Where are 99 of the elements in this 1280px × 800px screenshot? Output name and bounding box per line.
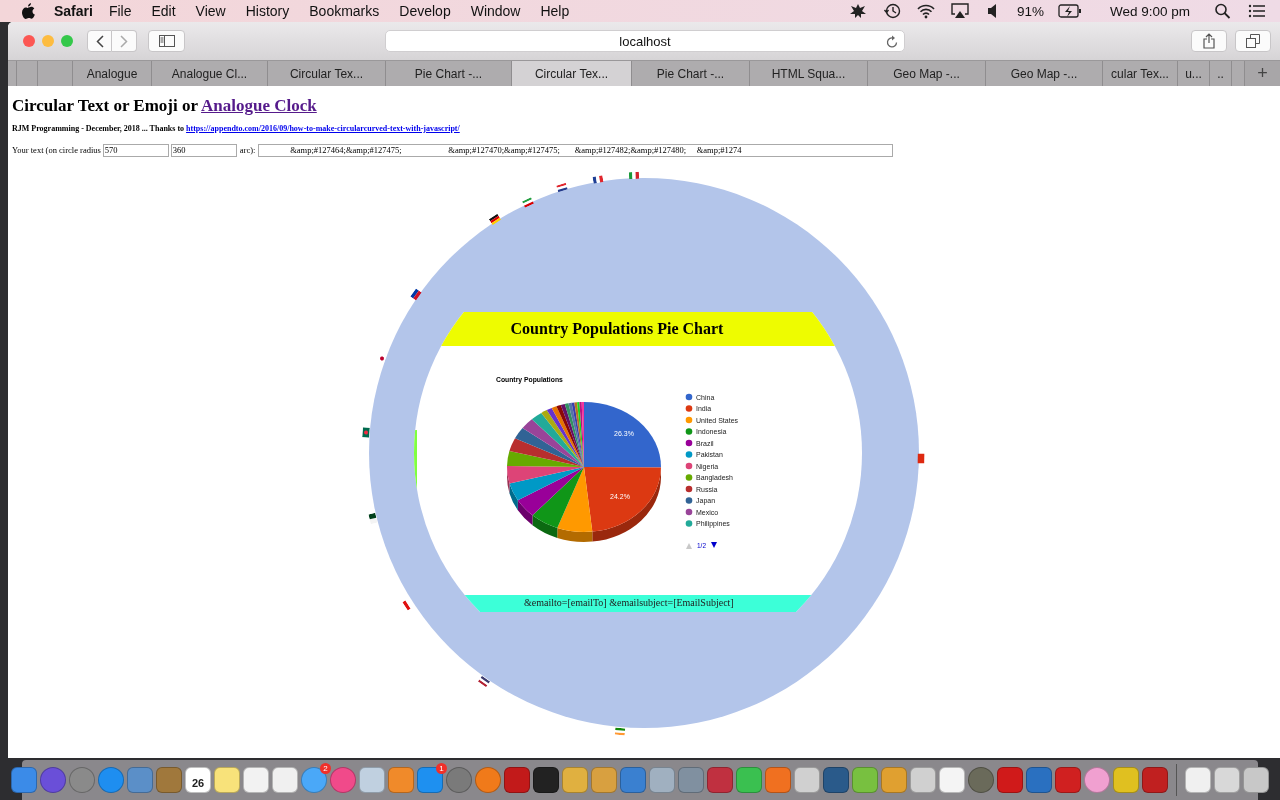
app-icon[interactable]: [11, 767, 37, 793]
flag-icon: [522, 196, 534, 208]
page-title: Circular Text or Emoji or Analogue Clock: [11, 95, 318, 116]
share-icon: [1203, 33, 1215, 49]
flag-icon: [556, 182, 568, 192]
menu-item[interactable]: File: [108, 3, 132, 19]
tab[interactable]: Pie Chart -...: [632, 61, 750, 86]
pinned-tab[interactable]: [38, 61, 73, 86]
tabs-icon: [1246, 34, 1260, 48]
up-arrow-icon[interactable]: [686, 543, 692, 549]
flag-icon: [362, 426, 370, 438]
calendar-day: 26: [191, 771, 205, 789]
close-button[interactable]: [23, 35, 35, 47]
down-arrow-icon[interactable]: [711, 542, 717, 548]
flag-icon: [628, 171, 640, 179]
flag-icon: [592, 174, 604, 184]
app-icon[interactable]: [910, 767, 936, 793]
new-tab-button[interactable]: +: [1245, 61, 1280, 86]
sidebar-button[interactable]: [148, 30, 185, 52]
flag-icon: [402, 597, 414, 611]
battery-percentage: 91%: [1016, 3, 1044, 19]
tab[interactable]: Analogue: [73, 61, 152, 86]
menu-item[interactable]: Help: [540, 3, 570, 19]
notification-badge: 2: [320, 763, 331, 774]
flag-icon: [614, 727, 626, 735]
tab[interactable]: ..: [1210, 61, 1232, 86]
app-icon[interactable]: [272, 767, 298, 793]
flag-icon: [488, 213, 502, 225]
pinned-tab[interactable]: [8, 61, 17, 86]
flag-icon: [477, 675, 491, 687]
app-icon[interactable]: [794, 767, 820, 793]
menu-item[interactable]: Bookmarks: [309, 3, 380, 19]
back-button[interactable]: [87, 30, 112, 52]
menu-item[interactable]: Window: [470, 3, 521, 19]
back-icon: [95, 34, 104, 48]
flag-icon: [917, 452, 925, 464]
splat-icon[interactable]: [848, 3, 867, 19]
tabs-button[interactable]: [1235, 30, 1271, 52]
tab[interactable]: Circular Tex...: [268, 61, 386, 86]
app-icon[interactable]: [504, 767, 530, 793]
wifi-icon[interactable]: [916, 3, 935, 19]
app-icon[interactable]: [997, 767, 1023, 793]
tab[interactable]: Geo Map -...: [868, 61, 986, 86]
link[interactable]: Analogue Clock: [201, 96, 317, 115]
number-field[interactable]: 360: [170, 143, 237, 157]
share-button[interactable]: [1191, 30, 1227, 52]
app-icon[interactable]: [968, 767, 994, 793]
minimize-button[interactable]: [42, 35, 54, 47]
menu-item[interactable]: Develop: [399, 3, 451, 19]
battery-icon[interactable]: [1057, 3, 1082, 19]
app-icon[interactable]: [1214, 767, 1240, 793]
flag-icon: [368, 512, 378, 524]
menu-item[interactable]: Edit: [151, 3, 176, 19]
menu-item[interactable]: History: [245, 3, 290, 19]
menu-clock[interactable]: Wed 9:00 pm: [1109, 3, 1190, 19]
number-field[interactable]: 570: [102, 143, 169, 157]
app-icon[interactable]: [1055, 767, 1081, 793]
notification-badge: 1: [436, 763, 447, 774]
tab[interactable]: Circular Tex...: [512, 61, 632, 86]
app-icon[interactable]: [359, 767, 385, 793]
app-icon[interactable]: [40, 767, 66, 793]
sidebar-icon: [158, 35, 175, 47]
reload-icon[interactable]: [886, 35, 898, 48]
pinned-tab[interactable]: [17, 61, 38, 86]
apple-logo-icon[interactable]: [20, 2, 36, 20]
tab[interactable]: u...: [1178, 61, 1210, 86]
pinned-tab[interactable]: [1232, 61, 1245, 86]
app-icon[interactable]: 26: [185, 767, 211, 793]
app-icon[interactable]: [533, 767, 559, 793]
tab[interactable]: cular Tex...: [1103, 61, 1178, 86]
history-clock-icon[interactable]: [882, 3, 901, 19]
app-icon[interactable]: [1243, 767, 1269, 793]
field-label: arc):: [239, 145, 256, 155]
forward-button[interactable]: [112, 30, 137, 52]
list-icon[interactable]: [1248, 3, 1266, 19]
airplay-icon[interactable]: [950, 3, 969, 19]
tab[interactable]: Pie Chart -...: [386, 61, 512, 86]
app-icon[interactable]: [939, 767, 965, 793]
tab[interactable]: HTML Squa...: [750, 61, 868, 86]
app-icon[interactable]: [1026, 767, 1052, 793]
flag-icon: [410, 287, 422, 301]
menu-item[interactable]: View: [195, 3, 226, 19]
app-icon[interactable]: [243, 767, 269, 793]
app-icon[interactable]: [823, 767, 849, 793]
search-icon[interactable]: [1214, 3, 1232, 19]
app-menu[interactable]: Safari: [54, 3, 93, 19]
tab[interactable]: Analogue Cl...: [152, 61, 268, 86]
forward-icon: [120, 34, 128, 48]
app-icon[interactable]: [214, 767, 240, 793]
tab[interactable]: Geo Map -...: [986, 61, 1103, 86]
link[interactable]: https://appendto.com/2016/09/how-to-make-circularcurved-text-with-javascript/: [186, 124, 460, 133]
address-field[interactable]: localhost: [385, 30, 905, 52]
byline-text: RJM Programming - December, 2018 ... Thanks to https://appendto.com/2016/09/how-to-make-circularcurved-text-with-javascript/: [12, 124, 461, 134]
app-icon[interactable]: [707, 767, 733, 793]
app-icon[interactable]: [1142, 767, 1168, 793]
field-label: Your text (on circle radius: [12, 145, 101, 155]
app-icon[interactable]: [1185, 767, 1211, 793]
text-field[interactable]: &amp;#127464;&amp;#127475; &amp;#127470;&amp;#127475; &amp;#127482;&amp;#127480; &amp;#1274: [258, 143, 894, 157]
zoom-button[interactable]: [61, 35, 73, 47]
